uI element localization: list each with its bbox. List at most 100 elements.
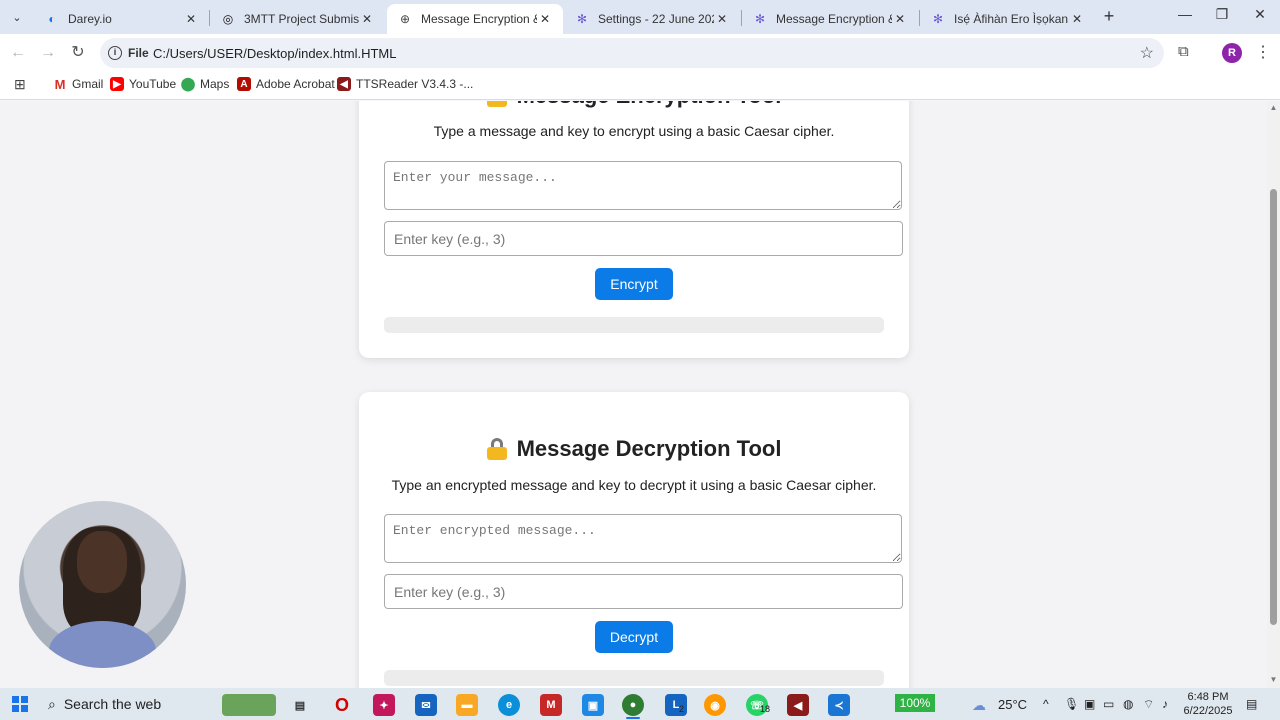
bookmark-label: Adobe Acrobat bbox=[256, 77, 335, 91]
scrollbar-thumb[interactable] bbox=[1270, 189, 1277, 625]
battery-percentage: 100% bbox=[895, 694, 935, 712]
task-view-icon[interactable]: ▤ bbox=[289, 694, 311, 716]
landscape-widget-icon[interactable] bbox=[222, 694, 276, 716]
close-icon: ✕ bbox=[1254, 6, 1266, 22]
reload-icon: ↻ bbox=[71, 44, 85, 61]
extensions-icon[interactable]: ⧉ bbox=[1178, 43, 1189, 60]
more-menu-icon[interactable]: ⋮ bbox=[1255, 42, 1271, 62]
decrypt-result-box bbox=[384, 670, 884, 686]
tab-message-encryption-active[interactable]: ⊕ Message Encryption & De ✕ bbox=[387, 4, 563, 34]
page-scrollbar[interactable]: ▲ ▼ bbox=[1267, 101, 1280, 688]
scroll-down-arrow-icon[interactable]: ▼ bbox=[1269, 675, 1278, 684]
cloud-weather-icon[interactable]: ☁ bbox=[972, 697, 986, 714]
profile-avatar[interactable]: R bbox=[1222, 43, 1242, 63]
page-viewport: Message Encryption Tool Type a message a… bbox=[0, 101, 1267, 688]
url-text[interactable]: C:/Users/USER/Desktop/index.html.HTML bbox=[153, 46, 396, 61]
battery-icon[interactable]: ▭ bbox=[1103, 697, 1114, 711]
forward-button[interactable]: → bbox=[38, 43, 58, 63]
opera-icon[interactable]: O bbox=[331, 694, 353, 716]
gear-icon: ✻ bbox=[932, 12, 944, 26]
taskbar-search-label: Search the web bbox=[63, 696, 162, 712]
plus-icon: + bbox=[1103, 6, 1115, 26]
taskbar-search[interactable]: ⌕ Search the web bbox=[48, 694, 161, 714]
close-window-button[interactable]: ✕ bbox=[1245, 6, 1275, 26]
bookmark-star-icon[interactable]: ☆ bbox=[1140, 43, 1154, 63]
encrypt-result-box bbox=[384, 317, 884, 333]
apps-grid-icon[interactable]: ⊞ bbox=[14, 76, 26, 93]
close-icon[interactable]: ✕ bbox=[892, 12, 908, 26]
bookmark-gmail[interactable]: M Gmail bbox=[53, 76, 103, 92]
webcam-overlay[interactable] bbox=[19, 501, 186, 668]
tab-3mtt[interactable]: ◎ 3MTT Project Submission G ✕ bbox=[210, 4, 385, 34]
bookmark-label: Gmail bbox=[72, 77, 104, 91]
bookmark-label: YouTube bbox=[129, 77, 177, 91]
media-player-icon[interactable]: ◉ bbox=[704, 694, 726, 716]
copilot-icon[interactable]: ✦ bbox=[373, 694, 395, 716]
decrypt-message-input[interactable] bbox=[384, 514, 902, 563]
close-icon[interactable]: ✕ bbox=[1069, 12, 1085, 26]
ttsreader-taskbar-icon[interactable]: ◀ bbox=[787, 694, 809, 716]
minimize-icon: — bbox=[1178, 6, 1192, 22]
gear-icon: ✻ bbox=[754, 12, 766, 26]
tab-darey[interactable]: ◐ Darey.io ✕ bbox=[34, 4, 209, 34]
tab-ise-afihan[interactable]: ✻ Isẹ́ Àfihàn Ero Ìṣọkan Àkos ✕ bbox=[920, 4, 1095, 34]
close-icon[interactable]: ✕ bbox=[359, 12, 375, 26]
close-icon[interactable]: ✕ bbox=[537, 12, 553, 26]
encrypt-button[interactable]: Encrypt bbox=[595, 268, 673, 300]
volume-icon[interactable]: ♪ bbox=[1162, 697, 1168, 711]
edge-icon[interactable]: e bbox=[498, 694, 520, 716]
decryption-title-text: Message Decryption Tool bbox=[516, 436, 782, 461]
whatsapp-badge: 18 bbox=[760, 704, 771, 714]
address-bar[interactable]: i File C:/Users/USER/Desktop/index.html.… bbox=[100, 38, 1164, 68]
youtube-icon: ▶ bbox=[110, 77, 124, 91]
network-icon[interactable]: ◍ bbox=[1123, 697, 1133, 711]
windows-start-icon[interactable] bbox=[12, 696, 28, 712]
wifi-icon[interactable]: ⌔ bbox=[1143, 697, 1154, 712]
scroll-up-arrow-icon[interactable]: ▲ bbox=[1269, 103, 1278, 112]
reload-button[interactable]: ↻ bbox=[68, 43, 88, 63]
decryption-card: Message Decryption Tool Type an encrypte… bbox=[359, 392, 909, 688]
notification-icon[interactable]: ▤ bbox=[1246, 697, 1257, 711]
lock-icon bbox=[486, 101, 507, 107]
decrypt-button[interactable]: Decrypt bbox=[595, 621, 673, 653]
arrow-right-icon: → bbox=[40, 44, 56, 61]
decrypt-key-input[interactable] bbox=[384, 574, 903, 609]
mail-icon[interactable]: ✉ bbox=[415, 694, 437, 716]
encrypt-message-input[interactable] bbox=[384, 161, 902, 210]
tab-settings[interactable]: ✻ Settings - 22 June 2025 ✕ bbox=[564, 4, 740, 34]
bookmark-maps[interactable]: ⬤ Maps bbox=[181, 76, 229, 92]
restore-button[interactable]: ❐ bbox=[1207, 6, 1237, 26]
close-icon[interactable]: ✕ bbox=[183, 12, 199, 26]
bookmark-adobe-acrobat[interactable]: A Adobe Acrobat bbox=[237, 76, 335, 92]
chevron-up-icon[interactable]: ^ bbox=[1043, 697, 1049, 711]
arrow-left-icon: ← bbox=[10, 44, 26, 61]
vscode-icon[interactable]: ≺ bbox=[828, 694, 850, 716]
tab-search-button[interactable]: ⌄ bbox=[6, 7, 28, 27]
microphone-icon[interactable]: 🎙 bbox=[1064, 697, 1079, 711]
encryption-title: Message Encryption Tool bbox=[359, 101, 909, 109]
taskbar-clock[interactable]: 6:48 PM 6/22/2025 bbox=[1180, 690, 1236, 718]
weather-temp[interactable]: 25°C bbox=[998, 697, 1027, 712]
decryption-description: Type an encrypted message and key to dec… bbox=[391, 477, 877, 493]
ttsreader-icon: ◀ bbox=[337, 77, 351, 91]
file-explorer-icon[interactable]: ▬ bbox=[456, 694, 478, 716]
new-tab-button[interactable]: + bbox=[1099, 6, 1119, 26]
encryption-description: Type a message and key to encrypt using … bbox=[433, 123, 835, 139]
windows-taskbar: ⌕ Search the web ▤ O ✦ ✉ ▬ e M ▣ ● L 2 ◉… bbox=[0, 688, 1280, 720]
target-icon: ◎ bbox=[222, 12, 234, 26]
chrome-icon[interactable]: ● bbox=[622, 694, 644, 716]
mcafee-icon[interactable]: M bbox=[540, 694, 562, 716]
back-button[interactable]: ← bbox=[8, 43, 28, 63]
gear-icon: ✻ bbox=[576, 12, 588, 26]
bookmark-ttsreader[interactable]: ◀ TTSReader V3.4.3 -... bbox=[337, 76, 473, 92]
camera-icon[interactable]: ▣ bbox=[1084, 697, 1095, 711]
encrypt-key-input[interactable] bbox=[384, 221, 903, 256]
close-icon[interactable]: ✕ bbox=[714, 12, 730, 26]
site-info-chip[interactable]: i File bbox=[108, 43, 149, 63]
minimize-button[interactable]: — bbox=[1170, 6, 1200, 26]
bookmark-youtube[interactable]: ▶ YouTube bbox=[110, 76, 176, 92]
maps-icon: ⬤ bbox=[180, 76, 196, 91]
chevron-down-icon: ⌄ bbox=[12, 11, 22, 24]
store-icon[interactable]: ▣ bbox=[582, 694, 604, 716]
tab-message-encryption-2[interactable]: ✻ Message Encryption & De ✕ bbox=[742, 4, 918, 34]
